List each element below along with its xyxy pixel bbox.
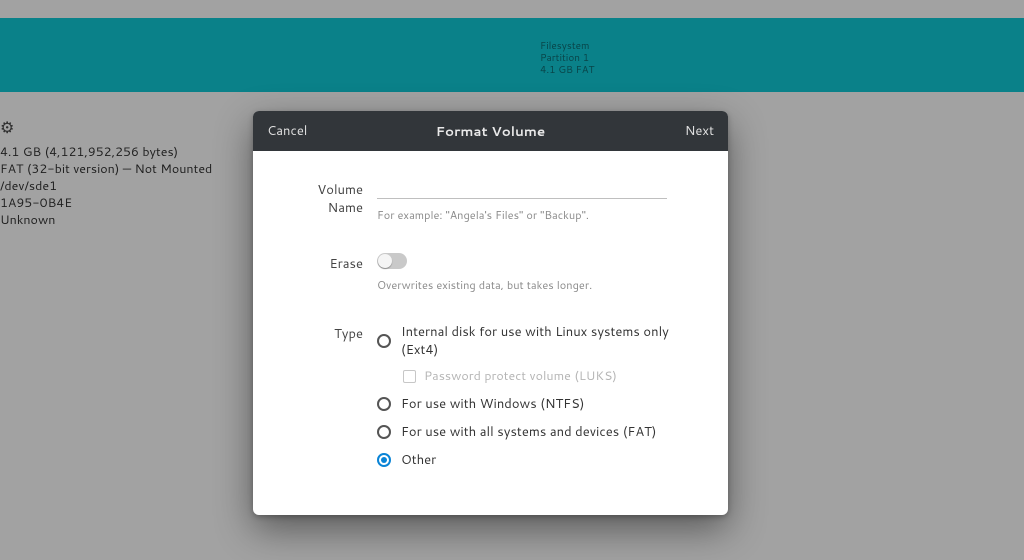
type-option-label: Internal disk for use with Linux systems… (401, 323, 700, 359)
type-option-other[interactable]: Other (377, 451, 700, 469)
type-label: Type (281, 321, 377, 343)
dialog-body: Volume Name For example: "Angela's Files… (253, 151, 728, 515)
dialog-headerbar: Cancel Format Volume Next (253, 111, 728, 151)
volume-name-label: Volume Name (281, 177, 377, 217)
row-erase: Erase Overwrites existing data, but take… (281, 251, 700, 317)
radio-icon (377, 453, 391, 467)
type-option-fat[interactable]: For use with all systems and devices (FA… (377, 423, 700, 441)
radio-icon (377, 425, 391, 439)
format-volume-dialog: Cancel Format Volume Next Volume Name Fo… (253, 111, 728, 515)
dialog-title: Format Volume (253, 122, 728, 141)
row-type: Type Internal disk for use with Linux sy… (281, 321, 700, 479)
type-option-ext4[interactable]: Internal disk for use with Linux systems… (377, 323, 700, 359)
next-button[interactable]: Next (685, 122, 714, 140)
cancel-button[interactable]: Cancel (267, 122, 307, 140)
radio-icon (377, 334, 391, 348)
type-option-label: For use with Windows (NTFS) (401, 395, 584, 413)
type-option-label: Other (401, 451, 436, 469)
luks-label: Password protect volume (LUKS) (424, 367, 617, 385)
type-option-ntfs[interactable]: For use with Windows (NTFS) (377, 395, 700, 413)
type-option-label: For use with all systems and devices (FA… (401, 423, 657, 441)
erase-toggle[interactable] (377, 253, 407, 269)
luks-checkbox-row: Password protect volume (LUKS) (403, 367, 700, 385)
toggle-knob (378, 254, 392, 268)
erase-hint: Overwrites existing data, but takes long… (377, 277, 700, 293)
modal-overlay: Cancel Format Volume Next Volume Name Fo… (0, 0, 1024, 560)
row-volume-name: Volume Name For example: "Angela's Files… (281, 177, 700, 247)
radio-icon (377, 397, 391, 411)
volume-name-input[interactable] (377, 177, 667, 199)
erase-label: Erase (281, 251, 377, 273)
checkbox-icon (403, 370, 416, 383)
volume-name-hint: For example: "Angela's Files" or "Backup… (377, 207, 700, 223)
